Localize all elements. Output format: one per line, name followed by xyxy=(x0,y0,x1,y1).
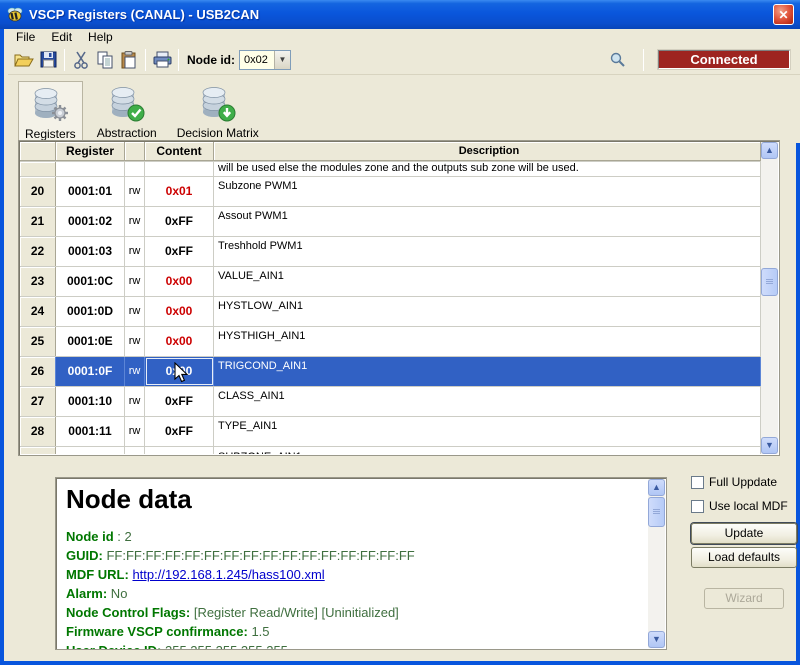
mouse-cursor xyxy=(174,362,190,384)
full-update-checkbox[interactable] xyxy=(691,476,704,489)
copy-icon xyxy=(97,51,114,69)
table-row-partial[interactable]: will be used else the modules zone and t… xyxy=(20,162,761,177)
app-window: VSCP Registers (CANAL) - USB2CAN ✕ File … xyxy=(0,0,800,665)
table-row[interactable]: 21 0001:02 rw 0xFF Assout PWM1 xyxy=(20,207,761,237)
full-update-checkbox-row[interactable]: Full Uppdate xyxy=(691,475,797,489)
client-area: File Edit Help xyxy=(0,29,800,665)
tab-abstraction-label: Abstraction xyxy=(97,126,157,140)
table-row[interactable]: 25 0001:0E rw 0x00 HYSTHIGH_AIN1 xyxy=(20,327,761,357)
menu-help[interactable]: Help xyxy=(80,29,121,45)
search-button[interactable] xyxy=(605,48,629,72)
guid-line: GUID: FF:FF:FF:FF:FF:FF:FF:FF:FF:FF:FF:F… xyxy=(66,546,644,565)
connection-status-badge: Connected xyxy=(658,50,790,69)
overflow-description: SUBZONE_AIN1 xyxy=(214,447,761,454)
use-local-mdf-checkbox[interactable] xyxy=(691,500,704,513)
tab-registers[interactable]: Registers xyxy=(18,81,83,144)
tab-decision-matrix-label: Decision Matrix xyxy=(177,126,259,140)
table-row[interactable]: 28 0001:11 rw 0xFF TYPE_AIN1 xyxy=(20,417,761,447)
cut-button[interactable] xyxy=(69,48,93,72)
node-id-value: 0x02 xyxy=(240,51,274,69)
search-icon xyxy=(609,51,626,68)
bee-app-icon xyxy=(6,6,24,24)
open-folder-icon xyxy=(14,52,34,68)
cut-scissors-icon xyxy=(73,51,89,69)
toolbar: Node id: 0x02 ▼ Connected xyxy=(8,45,800,75)
scroll-up-icon[interactable]: ▲ xyxy=(648,479,665,496)
menu-bar: File Edit Help xyxy=(8,29,800,45)
full-update-label: Full Uppdate xyxy=(709,475,777,489)
tab-bar: Registers Abstraction xyxy=(8,75,800,143)
node-id-label: Node id: xyxy=(187,53,235,67)
scrollbar-thumb[interactable] xyxy=(648,497,665,527)
open-button[interactable] xyxy=(12,48,36,72)
paste-button[interactable] xyxy=(117,48,141,72)
toolbar-separator xyxy=(145,49,146,71)
content-column-header[interactable]: Content xyxy=(145,142,214,161)
database-check-icon xyxy=(106,84,148,124)
node-data-panel: Node data Node id : 2 GUID: FF:FF:FF:FF:… xyxy=(55,477,667,650)
load-defaults-button[interactable]: Load defaults xyxy=(691,547,797,568)
table-row[interactable]: 20 0001:01 rw 0x01 Subzone PWM1 xyxy=(20,177,761,207)
node-data-heading: Node data xyxy=(66,484,644,515)
table-row[interactable]: 27 0001:10 rw 0xFF CLASS_AIN1 xyxy=(20,387,761,417)
node-id-line: Node id : 2 xyxy=(66,527,644,546)
use-local-mdf-checkbox-row[interactable]: Use local MDF xyxy=(691,499,797,513)
scroll-down-icon[interactable]: ▼ xyxy=(761,437,778,454)
tab-decision-matrix[interactable]: Decision Matrix xyxy=(171,81,265,142)
table-row-partial[interactable]: SUBZONE_AIN1 xyxy=(20,447,761,454)
node-data-scrollbar[interactable]: ▲ ▼ xyxy=(648,479,665,648)
register-column-header[interactable]: Register xyxy=(56,142,125,161)
mdf-url-link[interactable]: http://192.168.1.245/hass100.xml xyxy=(132,567,324,582)
tab-abstraction[interactable]: Abstraction xyxy=(91,81,163,142)
access-column-header[interactable] xyxy=(125,142,145,161)
table-row[interactable]: 23 0001:0C rw 0x00 VALUE_AIN1 xyxy=(20,267,761,297)
database-download-icon xyxy=(197,84,239,124)
grid-scrollbar[interactable]: ▲ ▼ xyxy=(761,142,778,454)
register-grid: Register Content Description will be use… xyxy=(18,140,780,456)
toolbar-separator xyxy=(643,49,644,71)
save-floppy-icon xyxy=(40,51,57,68)
print-icon xyxy=(153,51,172,68)
alarm-line: Alarm: No xyxy=(66,584,644,603)
update-button[interactable]: Update xyxy=(691,523,797,544)
table-row-selected[interactable]: 26 0001:0F rw 0x00 TRIGCOND_AIN1 xyxy=(20,357,761,387)
grid-header-row: Register Content Description xyxy=(20,142,761,162)
scroll-up-icon[interactable]: ▲ xyxy=(761,142,778,159)
firmware-line: Firmware VSCP confirmance: 1.5 xyxy=(66,622,644,641)
save-button[interactable] xyxy=(36,48,60,72)
user-device-id-line: User Device ID: 255.255.255.255.255 xyxy=(66,641,644,650)
controls-panel: Full Uppdate Use local MDF Update Load d… xyxy=(691,475,797,612)
database-gear-icon xyxy=(29,85,71,125)
toolbar-separator xyxy=(178,49,179,71)
description-column-header[interactable]: Description xyxy=(214,142,761,161)
node-id-dropdown[interactable]: 0x02 ▼ xyxy=(239,50,291,70)
menu-edit[interactable]: Edit xyxy=(43,29,80,45)
use-local-mdf-label: Use local MDF xyxy=(709,499,788,513)
copy-button[interactable] xyxy=(93,48,117,72)
paste-clipboard-icon xyxy=(121,51,137,69)
window-title: VSCP Registers (CANAL) - USB2CAN xyxy=(29,7,773,22)
close-button[interactable]: ✕ xyxy=(773,4,794,25)
table-row[interactable]: 24 0001:0D rw 0x00 HYSTLOW_AIN1 xyxy=(20,297,761,327)
title-bar[interactable]: VSCP Registers (CANAL) - USB2CAN ✕ xyxy=(0,0,800,29)
wizard-button: Wizard xyxy=(704,588,784,609)
node-control-flags-line: Node Control Flags: [Register Read/Write… xyxy=(66,603,644,622)
print-button[interactable] xyxy=(150,48,174,72)
scroll-down-icon[interactable]: ▼ xyxy=(648,631,665,648)
tab-registers-label: Registers xyxy=(25,127,76,141)
mdf-url-line: MDF URL: http://192.168.1.245/hass100.xm… xyxy=(66,565,644,584)
menu-file[interactable]: File xyxy=(8,29,43,45)
chevron-down-icon[interactable]: ▼ xyxy=(274,51,290,69)
toolbar-separator xyxy=(64,49,65,71)
scrollbar-thumb[interactable] xyxy=(761,268,778,296)
overflow-description: will be used else the modules zone and t… xyxy=(214,162,761,176)
corner-header xyxy=(20,142,56,161)
table-row[interactable]: 22 0001:03 rw 0xFF Treshhold PWM1 xyxy=(20,237,761,267)
